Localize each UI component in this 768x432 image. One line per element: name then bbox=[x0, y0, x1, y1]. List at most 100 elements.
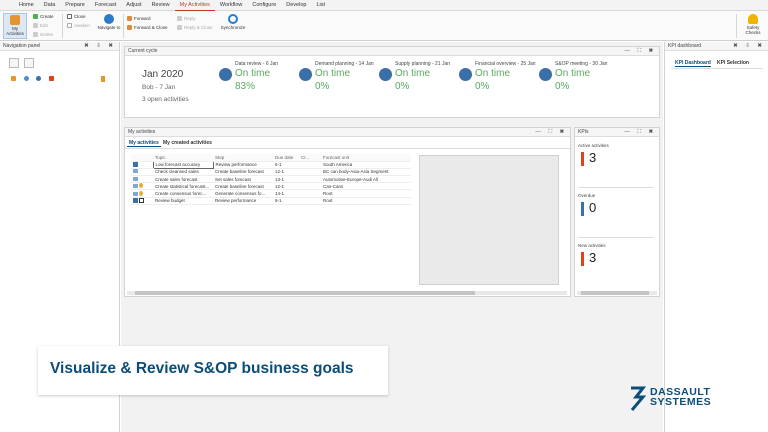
horizontal-scrollbar[interactable] bbox=[577, 291, 657, 295]
home-icon[interactable] bbox=[9, 58, 19, 68]
cell-due-date: 13-1 bbox=[273, 175, 299, 184]
panel-controls[interactable]: — ⛶ ✖ bbox=[535, 128, 567, 137]
user-icon[interactable] bbox=[24, 58, 34, 68]
menu-list[interactable]: List bbox=[311, 0, 330, 11]
kpi-indicator bbox=[581, 152, 584, 166]
globe-icon[interactable] bbox=[24, 76, 29, 81]
cell-created bbox=[299, 161, 321, 169]
forward-close-button[interactable]: Forward & Close bbox=[127, 25, 168, 30]
table-row[interactable]: Check cleansed sales Create baseline for… bbox=[131, 168, 411, 177]
cell-created bbox=[299, 197, 321, 205]
column-header-created[interactable]: Cr... bbox=[299, 154, 321, 162]
folder-icon[interactable] bbox=[11, 76, 16, 81]
panel-controls[interactable]: — ⛶ ✖ bbox=[624, 128, 656, 137]
awaken-button[interactable]: Awaken bbox=[67, 23, 90, 28]
current-cycle-header: Current cycle — ⛶ ✖ bbox=[125, 47, 659, 56]
globe-icon[interactable] bbox=[36, 76, 41, 81]
checkbox-icon bbox=[139, 197, 145, 203]
tab-my-created-activities[interactable]: My created activities bbox=[163, 140, 212, 146]
cycle-open-activities: 3 open activities bbox=[142, 96, 189, 103]
kpis-panel: KPIs — ⛶ ✖ Active activities 3 Overdue 0… bbox=[574, 127, 660, 297]
ribbon-divider bbox=[62, 14, 63, 38]
tab-my-activities[interactable]: My activities bbox=[127, 140, 161, 147]
tab-divider bbox=[125, 148, 570, 149]
cell-forecast-unit: BC can body-Asia-Asia Segment bbox=[321, 168, 411, 177]
kpi-dashboard-header: KPI dashboard ✖ ⇩ ✖ bbox=[665, 42, 768, 51]
lightbulb-icon bbox=[139, 190, 144, 196]
kpi-tile-active-activities[interactable]: Active activities 3 bbox=[578, 140, 654, 188]
safety-checks-button[interactable]: Safety Checks bbox=[741, 13, 765, 39]
panel-controls[interactable]: ✖ ⇩ ✖ bbox=[84, 42, 116, 51]
cell-created bbox=[299, 168, 321, 177]
cell-topic: Review budget bbox=[153, 197, 213, 205]
ribbon: My Activities Create Edit Delete Close A… bbox=[0, 11, 768, 41]
menu-my-activities[interactable]: My Activities bbox=[174, 0, 215, 11]
mail-icon bbox=[133, 169, 138, 174]
cell-created bbox=[299, 182, 321, 191]
financial-overview-icon bbox=[459, 68, 472, 81]
logo-words: DASSAULT SYSTEMES bbox=[650, 386, 712, 408]
cell-topic: Create sales forecast bbox=[153, 175, 213, 184]
home-icon bbox=[133, 161, 138, 167]
table-row[interactable]: Low forecast accuracy Review performance… bbox=[131, 160, 411, 169]
data-review-icon bbox=[219, 68, 232, 81]
menu-home[interactable]: Home bbox=[14, 0, 39, 11]
column-header-topic[interactable]: Topic bbox=[153, 154, 213, 162]
column-header-due-date[interactable]: Due date bbox=[273, 154, 299, 162]
cell-step: Create baseline forecast bbox=[213, 182, 273, 191]
menu-prepare[interactable]: Prepare bbox=[60, 0, 90, 11]
kpi-tile-new-activities[interactable]: New activities 3 bbox=[578, 240, 654, 288]
panel-controls[interactable]: — ⛶ ✖ bbox=[624, 47, 656, 56]
cycle-user-dates: Bob - 7 Jan bbox=[142, 84, 176, 91]
menu-configure[interactable]: Configure bbox=[247, 0, 281, 11]
cell-due-date: 12-1 bbox=[273, 182, 299, 191]
menu-forecast[interactable]: Forecast bbox=[90, 0, 121, 11]
forward-icon bbox=[127, 16, 132, 21]
menu-data[interactable]: Data bbox=[39, 0, 61, 11]
reply-button[interactable]: Reply bbox=[177, 16, 196, 21]
my-activities-button[interactable]: My Activities bbox=[3, 13, 27, 39]
tab-kpi-selection[interactable]: KPI Selection bbox=[717, 60, 749, 66]
cell-forecast-unit: Root bbox=[321, 197, 411, 205]
synchronize-button[interactable]: Synchronize bbox=[219, 13, 247, 39]
cycle-period: Jan 2020 bbox=[142, 69, 184, 80]
table-row[interactable]: Review budget Review performance 6-1 Roo… bbox=[131, 197, 411, 205]
scrollbar-thumb[interactable] bbox=[135, 291, 475, 295]
create-button[interactable]: Create bbox=[33, 14, 54, 19]
panel-controls[interactable]: ✖ ⇩ ✖ bbox=[733, 42, 765, 51]
table-row[interactable]: Create consensus forec... Generate conse… bbox=[131, 189, 411, 198]
cell-forecast-unit: South America bbox=[321, 161, 411, 169]
close-button[interactable]: Close bbox=[67, 14, 86, 19]
calendar-icon[interactable] bbox=[49, 76, 54, 81]
demand-planning-icon bbox=[299, 68, 312, 81]
cell-step: Review performance bbox=[213, 197, 273, 205]
delete-button[interactable]: Delete bbox=[33, 32, 53, 37]
cell-created bbox=[299, 189, 321, 198]
kpi-dashboard-panel: KPI dashboard ✖ ⇩ ✖ KPI Dashboard KPI Se… bbox=[664, 42, 768, 432]
table-row[interactable]: Create statistical forecast... Create ba… bbox=[131, 182, 411, 191]
column-header-forecast-unit[interactable]: Forecast unit bbox=[321, 154, 411, 162]
cycle-step-sop-meeting[interactable]: S&OP meeting - 30 Jan On time 0% bbox=[539, 61, 635, 92]
menu-review[interactable]: Review bbox=[147, 0, 175, 11]
navigate-to-button[interactable]: Navigate to bbox=[97, 13, 121, 39]
horizontal-scrollbar[interactable] bbox=[127, 291, 567, 295]
pencil-icon bbox=[33, 23, 38, 28]
activity-icon[interactable] bbox=[101, 76, 105, 82]
table-row[interactable]: Create sales forecast Set sales forecast… bbox=[131, 175, 411, 184]
row-icons bbox=[131, 189, 153, 198]
menu-adjust[interactable]: Adjust bbox=[121, 0, 146, 11]
kpi-tile-overdue[interactable]: Overdue 0 bbox=[578, 190, 654, 238]
reply-close-button[interactable]: Reply & Close bbox=[177, 25, 213, 30]
my-activities-header: My activities — ⛶ ✖ bbox=[125, 128, 570, 137]
3ds-logo-icon bbox=[630, 386, 647, 411]
row-icons bbox=[131, 182, 153, 191]
row-icons bbox=[131, 175, 153, 184]
scrollbar-thumb[interactable] bbox=[581, 291, 649, 295]
menu-workflow[interactable]: Workflow bbox=[215, 0, 248, 11]
edit-button[interactable]: Edit bbox=[33, 23, 48, 28]
menu-develop[interactable]: Develop bbox=[281, 0, 311, 11]
tab-kpi-dashboard[interactable]: KPI Dashboard bbox=[675, 60, 711, 67]
icon-column-header bbox=[131, 154, 153, 162]
column-header-step[interactable]: Step bbox=[213, 154, 273, 162]
forward-button[interactable]: Forward bbox=[127, 16, 151, 21]
